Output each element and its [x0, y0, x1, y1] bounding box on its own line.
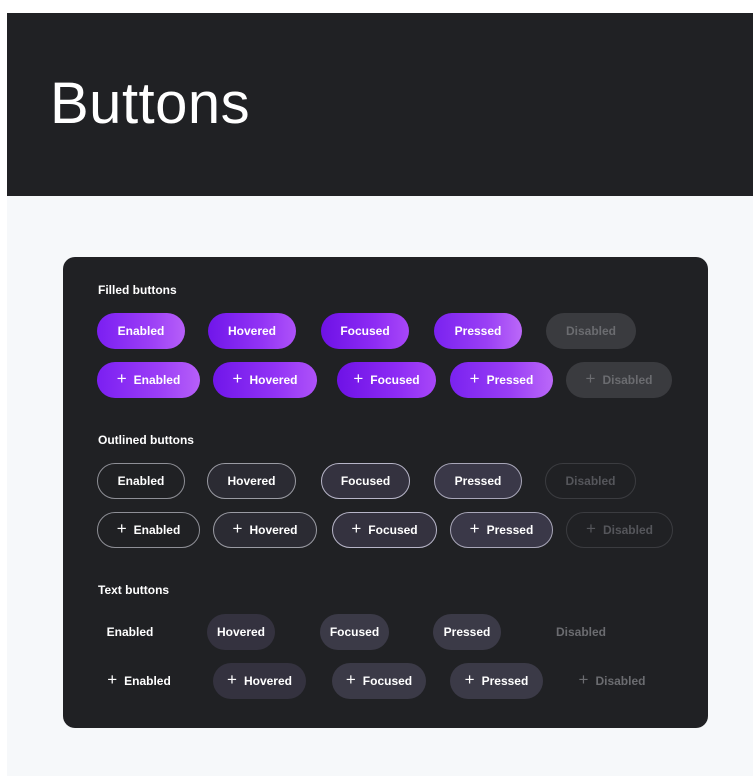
outlined-pressed-button[interactable]: Pressed [434, 463, 522, 499]
button-label: Hovered [243, 674, 292, 688]
plus-icon: + [469, 369, 480, 388]
text-buttons-title: Text buttons [98, 583, 170, 597]
plus-icon: + [351, 519, 362, 538]
plus-icon: + [232, 369, 243, 388]
button-label: Hovered [249, 523, 298, 537]
filled-focused-icon-button[interactable]: + Focused [337, 362, 436, 398]
outlined-enabled-button[interactable]: Enabled [97, 463, 185, 499]
button-label: Focused [340, 474, 391, 488]
text-pressed-icon-button[interactable]: + Pressed [450, 663, 543, 699]
button-label: Hovered [249, 373, 298, 387]
button-label: Hovered [216, 625, 266, 639]
button-label: Disabled [555, 625, 606, 639]
plus-icon: + [586, 519, 596, 538]
text-enabled-icon-button[interactable]: + Enabled [97, 663, 181, 699]
outlined-buttons-row: Enabled Hovered Focused Pressed Disabled [97, 463, 636, 499]
button-label: Hovered [227, 474, 276, 488]
button-label: Enabled [106, 625, 154, 639]
plus-icon: + [464, 670, 475, 689]
plus-icon: + [345, 670, 356, 689]
button-label: Pressed [454, 474, 502, 488]
button-label: Pressed [481, 674, 529, 688]
plus-icon: + [578, 670, 589, 689]
outlined-hovered-icon-button[interactable]: + Hovered [213, 512, 317, 548]
filled-buttons-row: Enabled Hovered Focused Pressed Disabled [97, 313, 636, 349]
button-label: Disabled [595, 674, 646, 688]
filled-enabled-button[interactable]: Enabled [97, 313, 185, 349]
button-label: Focused [340, 324, 390, 338]
filled-hovered-button[interactable]: Hovered [208, 313, 296, 349]
button-label: Disabled [565, 324, 616, 338]
text-enabled-button[interactable]: Enabled [97, 614, 163, 650]
text-buttons-row: Enabled Hovered Focused Pressed Disabled [97, 614, 616, 650]
filled-pressed-icon-button[interactable]: + Pressed [450, 362, 553, 398]
text-hovered-button[interactable]: Hovered [207, 614, 275, 650]
button-label: Enabled [124, 674, 171, 688]
plus-icon: + [107, 670, 118, 689]
plus-icon: + [227, 670, 237, 689]
button-label: Disabled [565, 474, 616, 488]
filled-icon-buttons-row: + Enabled + Hovered + Focused + Pressed + Dis… [97, 362, 672, 398]
text-focused-icon-button[interactable]: + Focused [332, 663, 426, 699]
button-label: Focused [370, 373, 420, 387]
outlined-disabled-icon-button: + Disabled [566, 512, 673, 548]
button-label: Disabled [602, 373, 653, 387]
text-disabled-icon-button: + Disabled [567, 663, 657, 699]
button-label: Enabled [133, 523, 181, 537]
text-pressed-button[interactable]: Pressed [433, 614, 501, 650]
buttons-panel: Filled buttons Enabled Hovered Focused P… [63, 257, 708, 728]
plus-icon: + [116, 519, 127, 538]
plus-icon: + [585, 369, 596, 388]
button-label: Pressed [443, 625, 491, 639]
outlined-enabled-icon-button[interactable]: + Enabled [97, 512, 200, 548]
text-hovered-icon-button[interactable]: + Hovered [213, 663, 306, 699]
page-header: Buttons [7, 13, 753, 196]
filled-buttons-title: Filled buttons [98, 283, 177, 297]
text-disabled-button: Disabled [546, 614, 616, 650]
outlined-focused-icon-button[interactable]: + Focused [332, 512, 437, 548]
text-icon-buttons-row: + Enabled + Hovered + Focused + Pressed + Dis… [97, 663, 657, 699]
button-label: Disabled [602, 523, 653, 537]
button-label: Enabled [117, 474, 165, 488]
outlined-focused-button[interactable]: Focused [321, 463, 410, 499]
filled-hovered-icon-button[interactable]: + Hovered [213, 362, 317, 398]
text-focused-button[interactable]: Focused [320, 614, 389, 650]
plus-icon: + [469, 519, 480, 538]
button-label: Focused [362, 674, 413, 688]
outlined-disabled-button: Disabled [545, 463, 636, 499]
button-label: Enabled [133, 373, 181, 387]
plus-icon: + [116, 369, 127, 388]
filled-enabled-icon-button[interactable]: + Enabled [97, 362, 200, 398]
button-label: Focused [329, 625, 380, 639]
filled-pressed-button[interactable]: Pressed [434, 313, 522, 349]
button-label: Focused [368, 523, 418, 537]
filled-focused-button[interactable]: Focused [321, 313, 409, 349]
plus-icon: + [232, 519, 243, 538]
outlined-pressed-icon-button[interactable]: + Pressed [450, 512, 553, 548]
button-label: Enabled [117, 324, 165, 338]
filled-disabled-button: Disabled [546, 313, 636, 349]
filled-disabled-icon-button: + Disabled [566, 362, 672, 398]
outlined-icon-buttons-row: + Enabled + Hovered + Focused + Pressed + Dis… [97, 512, 673, 548]
button-label: Pressed [486, 523, 534, 537]
button-label: Pressed [454, 324, 502, 338]
outlined-buttons-title: Outlined buttons [98, 433, 194, 447]
button-label: Hovered [227, 324, 277, 338]
outlined-hovered-button[interactable]: Hovered [207, 463, 296, 499]
plus-icon: + [353, 369, 364, 388]
button-label: Pressed [486, 373, 534, 387]
page-title: Buttons [50, 71, 251, 136]
